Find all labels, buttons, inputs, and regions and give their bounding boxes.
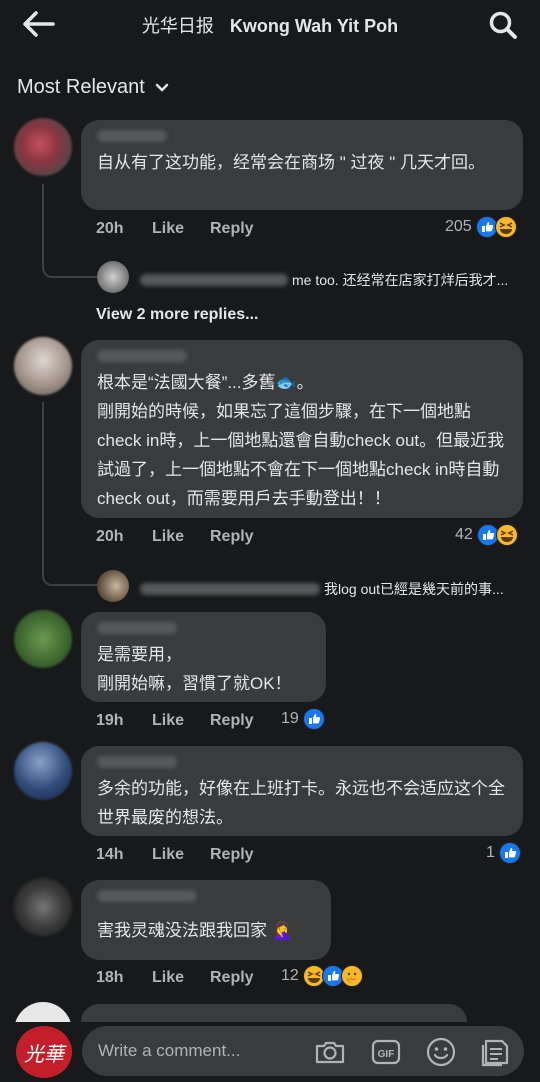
- comment-actions: 19h Like Reply: [96, 712, 254, 730]
- commenter-name-blurred: [97, 130, 167, 142]
- reaction-summary[interactable]: 42: [455, 524, 518, 546]
- avatar[interactable]: [14, 610, 72, 668]
- reply-preview[interactable]: 我log out已經是幾天前的事...: [136, 579, 504, 599]
- reaction-summary[interactable]: 12: [281, 965, 363, 987]
- view-more-replies-link[interactable]: View 2 more replies...: [96, 306, 258, 324]
- comment-text: 根本是“法國大餐”...多舊🐟。 剛開始的時候，如果忘了這個步驟，在下一個地點c…: [97, 373, 505, 508]
- reply-preview-text: 我log out已經是幾天前的事...: [324, 581, 504, 597]
- reaction-count: 42: [455, 526, 473, 543]
- like-reaction-icon: [498, 842, 521, 864]
- reaction-summary[interactable]: 19: [281, 708, 325, 730]
- reaction-count: 12: [281, 967, 299, 984]
- like-button[interactable]: Like: [152, 528, 210, 546]
- sort-label: Most Relevant: [17, 76, 145, 98]
- reply-button[interactable]: Reply: [210, 528, 254, 546]
- page-logo: 光華: [16, 1026, 72, 1078]
- comment-actions: 20h Like Reply: [96, 528, 254, 546]
- reply-avatar[interactable]: [97, 570, 129, 602]
- page-title-en: Kwong Wah Yit Poh: [229, 16, 399, 36]
- gif-icon[interactable]: GIF: [369, 1035, 403, 1069]
- logo-text: 光華: [24, 1041, 64, 1066]
- comment-actions: 18h Like Reply: [96, 969, 254, 987]
- comment-bubble[interactable]: 根本是“法國大餐”...多舊🐟。 剛開始的時候，如果忘了這個步驟，在下一個地點c…: [81, 340, 523, 518]
- reply-preview[interactable]: me too. 还经常在店家打烊后我才...: [136, 270, 508, 290]
- comment-bubble[interactable]: 多余的功能，好像在上班打卡。永远也不会适应这个全世界最废的想法。: [81, 746, 523, 836]
- comment-actions: 14h Like Reply: [96, 846, 254, 864]
- reaction-count: 1: [486, 844, 495, 861]
- reply-preview-text: me too. 还经常在店家打烊后我才...: [292, 272, 509, 288]
- comment-text: 多余的功能，好像在上班打卡。永远也不会适应这个全世界最废的想法。: [97, 779, 505, 827]
- avatar[interactable]: [14, 878, 72, 936]
- avatar[interactable]: [14, 118, 72, 176]
- reaction-count: 205: [445, 218, 472, 235]
- like-button[interactable]: Like: [152, 220, 210, 238]
- comment-time: 14h: [96, 846, 124, 863]
- svg-text:GIF: GIF: [378, 1049, 395, 1060]
- reaction-summary[interactable]: 1: [486, 842, 521, 864]
- top-bar: 光华日报 Kwong Wah Yit Poh: [0, 0, 540, 50]
- chevron-down-icon: [155, 83, 169, 92]
- like-button[interactable]: Like: [152, 712, 210, 730]
- page-title-zh: 光华日报: [141, 16, 214, 36]
- reply-button[interactable]: Reply: [210, 969, 254, 987]
- comment-bubble[interactable]: 自从有了这功能，经常会在商场 " 过夜 " 几天才回。: [81, 120, 523, 210]
- comment-time: 19h: [96, 712, 124, 729]
- page-title: 光华日报 Kwong Wah Yit Poh: [0, 12, 540, 38]
- reply-avatar[interactable]: [97, 261, 129, 293]
- care-reaction-icon: [340, 965, 363, 987]
- commenter-name-blurred: [97, 622, 177, 634]
- like-reaction-icon: [302, 708, 325, 730]
- reaction-count: 19: [281, 710, 299, 727]
- comment-time: 20h: [96, 528, 124, 545]
- avatar[interactable]: [14, 337, 72, 395]
- comment-bubble[interactable]: 是需要用， 剛開始嘛，習慣了就OK！: [81, 612, 326, 702]
- emoji-icon[interactable]: [424, 1035, 458, 1069]
- comment-actions: 20h Like Reply: [96, 220, 254, 238]
- like-button[interactable]: Like: [152, 846, 210, 864]
- reply-name-blurred: [140, 274, 288, 286]
- comment-bubble[interactable]: 害我灵魂没法跟我回家 🤦‍♀️: [81, 880, 331, 960]
- comment-time: 18h: [96, 969, 124, 986]
- reply-button[interactable]: Reply: [210, 846, 254, 864]
- sort-dropdown[interactable]: Most Relevant: [17, 76, 169, 99]
- reaction-summary[interactable]: 205: [445, 216, 517, 238]
- commenter-name-blurred: [97, 350, 187, 362]
- like-button[interactable]: Like: [152, 969, 210, 987]
- haha-reaction-icon: [494, 216, 517, 238]
- comment-text: 自从有了这功能，经常会在商场 " 过夜 " 几天才回。: [97, 153, 485, 172]
- reply-button[interactable]: Reply: [210, 220, 254, 238]
- haha-reaction-icon: [495, 524, 518, 546]
- reply-button[interactable]: Reply: [210, 712, 254, 730]
- camera-icon[interactable]: [313, 1035, 347, 1069]
- avatar[interactable]: [14, 742, 72, 800]
- comment-input[interactable]: [98, 1038, 298, 1064]
- sticker-icon[interactable]: [478, 1035, 512, 1069]
- comment-text: 害我灵魂没法跟我回家 🤦‍♀️: [97, 921, 293, 940]
- comment-text: 是需要用， 剛開始嘛，習慣了就OK！: [97, 645, 292, 693]
- search-icon[interactable]: [488, 10, 518, 40]
- commenter-name-blurred: [97, 756, 177, 768]
- reply-name-blurred: [140, 583, 320, 595]
- comment-time: 20h: [96, 220, 124, 237]
- commenter-name-blurred: [97, 890, 197, 902]
